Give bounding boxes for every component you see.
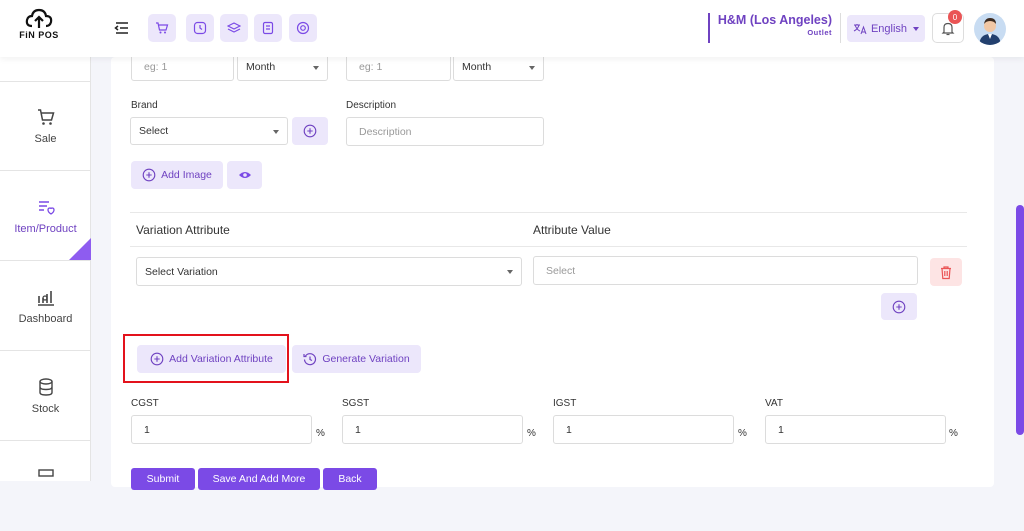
- cart-icon: [156, 22, 169, 34]
- igst-input[interactable]: 1: [553, 415, 734, 444]
- add-attribute-value-button[interactable]: [881, 293, 917, 320]
- menu-toggle-icon[interactable]: [113, 19, 131, 37]
- submit-button[interactable]: Submit: [131, 468, 195, 490]
- header-divider: [840, 13, 841, 43]
- cloud-logo-icon: [25, 8, 53, 28]
- outlet-type: Outlet: [807, 28, 832, 37]
- language-label: English: [870, 22, 908, 35]
- clock-icon: [193, 21, 207, 35]
- variation-attribute-header: Variation Attribute: [136, 223, 230, 237]
- top-bar: FiN POS H&M (Los Angeles) Outlet English…: [0, 0, 1024, 57]
- chevron-down-icon: [313, 66, 319, 70]
- chevron-down-icon: [529, 66, 535, 70]
- add-brand-button[interactable]: [292, 117, 328, 145]
- active-indicator: [69, 238, 91, 260]
- back-button[interactable]: Back: [323, 468, 377, 490]
- generate-variation-label: Generate Variation: [322, 353, 410, 365]
- language-dropdown[interactable]: English: [847, 15, 925, 42]
- quick-clock-button[interactable]: [186, 14, 214, 42]
- plus-circle-icon: [142, 168, 156, 182]
- brand-label: Brand: [131, 100, 158, 111]
- receipt-icon: [262, 21, 274, 35]
- box-icon: [37, 469, 54, 477]
- scrollbar-thumb[interactable]: [1016, 205, 1024, 435]
- user-avatar[interactable]: [974, 13, 1006, 45]
- cgst-label: CGST: [131, 398, 159, 409]
- vat-label: VAT: [765, 398, 783, 409]
- variation-table-header: Variation Attribute Attribute Value: [130, 212, 967, 247]
- description-input[interactable]: Description: [346, 117, 544, 146]
- trash-icon: [941, 265, 951, 279]
- sidebar-item-label: Item/Product: [14, 223, 77, 235]
- sgst-label: SGST: [342, 398, 370, 409]
- sidebar-item-dashboard[interactable]: Dashboard: [0, 262, 91, 351]
- database-icon: [38, 378, 53, 396]
- cgst-unit: %: [316, 428, 325, 439]
- layers-icon: [227, 22, 241, 33]
- chevron-down-icon: [273, 130, 279, 134]
- brand-select[interactable]: Select: [130, 117, 288, 145]
- notification-badge: 0: [948, 10, 962, 24]
- delete-variation-button[interactable]: [930, 258, 962, 286]
- sidebar-item-label: Sale: [34, 133, 57, 145]
- eye-icon: [238, 172, 251, 178]
- duration-input-1[interactable]: eg: 1: [131, 53, 234, 81]
- sidebar-item-product[interactable]: Item/Product: [0, 172, 91, 261]
- sidebar-item-top: [0, 57, 91, 82]
- attribute-value-input[interactable]: Select: [533, 256, 918, 285]
- variation-select[interactable]: Select Variation: [136, 257, 522, 286]
- quick-cart-button[interactable]: [148, 14, 176, 42]
- sgst-input[interactable]: 1: [342, 415, 523, 444]
- add-image-label: Add Image: [161, 169, 212, 181]
- generate-variation-button[interactable]: Generate Variation: [292, 345, 421, 373]
- preview-image-button[interactable]: [227, 161, 262, 189]
- chevron-down-icon: [913, 26, 920, 31]
- outlet-selector[interactable]: H&M (Los Angeles) Outlet: [708, 13, 838, 43]
- chevron-down-icon: [507, 270, 513, 274]
- quick-support-button[interactable]: [289, 14, 317, 42]
- support-icon: [296, 21, 310, 35]
- add-image-button[interactable]: Add Image: [131, 161, 223, 189]
- history-icon: [303, 353, 317, 366]
- vat-unit: %: [949, 428, 958, 439]
- sidebar: Sale Item/Product Dashboard Stock: [0, 57, 91, 481]
- plus-circle-icon: [892, 300, 906, 313]
- quick-receipt-button[interactable]: [254, 14, 282, 42]
- duration-unit-select-2[interactable]: Month: [453, 53, 544, 81]
- description-label: Description: [346, 100, 397, 111]
- sidebar-item-more[interactable]: [0, 442, 91, 531]
- cgst-input[interactable]: 1: [131, 415, 312, 444]
- sidebar-item-sale[interactable]: Sale: [0, 82, 91, 171]
- quick-layers-button[interactable]: [220, 14, 248, 42]
- duration-unit-select-1[interactable]: Month: [237, 53, 328, 81]
- highlight-box: [123, 334, 289, 383]
- sidebar-item-label: Stock: [31, 403, 60, 415]
- sidebar-item-stock[interactable]: Stock: [0, 352, 91, 441]
- attribute-value-header: Attribute Value: [533, 223, 611, 237]
- plus-circle-icon: [303, 124, 317, 138]
- sgst-unit: %: [527, 428, 536, 439]
- product-list-icon: [38, 201, 55, 215]
- sidebar-item-label: Dashboard: [18, 313, 73, 325]
- outlet-name: H&M (Los Angeles): [717, 13, 832, 27]
- logo[interactable]: FiN POS: [14, 8, 64, 48]
- chart-icon: [37, 291, 54, 306]
- translate-icon: [853, 23, 867, 34]
- igst-unit: %: [738, 428, 747, 439]
- save-and-add-more-button[interactable]: Save And Add More: [198, 468, 320, 490]
- cart-icon: [37, 109, 54, 125]
- igst-label: IGST: [553, 398, 577, 409]
- vat-input[interactable]: 1: [765, 415, 946, 444]
- duration-input-2[interactable]: eg: 1: [346, 53, 451, 81]
- logo-text: FiN POS: [19, 30, 59, 40]
